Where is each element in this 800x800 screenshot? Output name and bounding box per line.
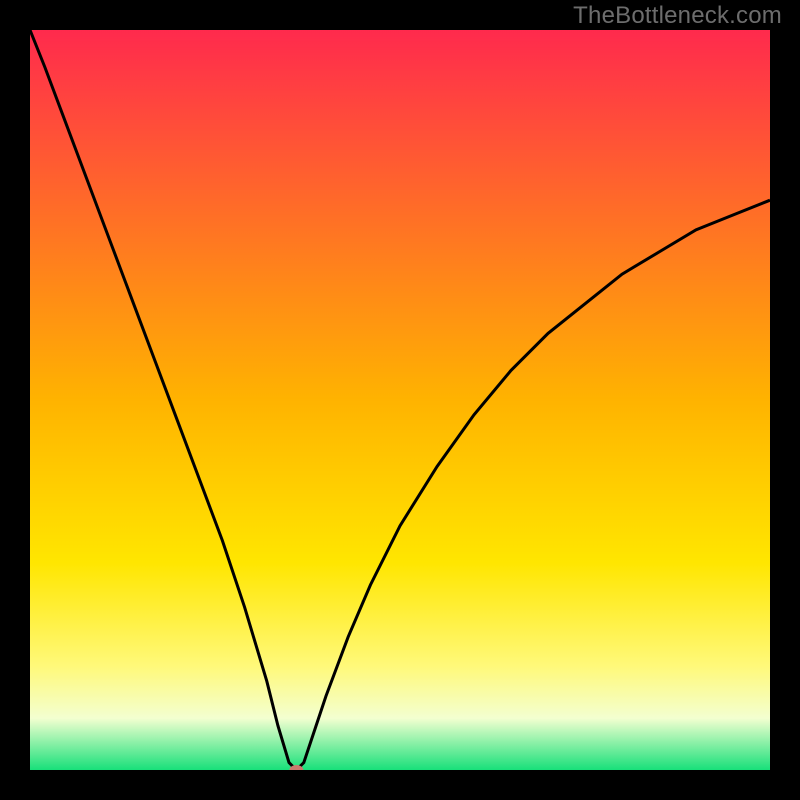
watermark: TheBottleneck.com — [573, 2, 782, 30]
chart-frame: TheBottleneck.com — [0, 0, 800, 800]
gradient-background — [30, 30, 770, 770]
plot-area — [30, 30, 770, 770]
chart-svg — [30, 30, 770, 770]
watermark-text: TheBottleneck.com — [573, 2, 782, 29]
